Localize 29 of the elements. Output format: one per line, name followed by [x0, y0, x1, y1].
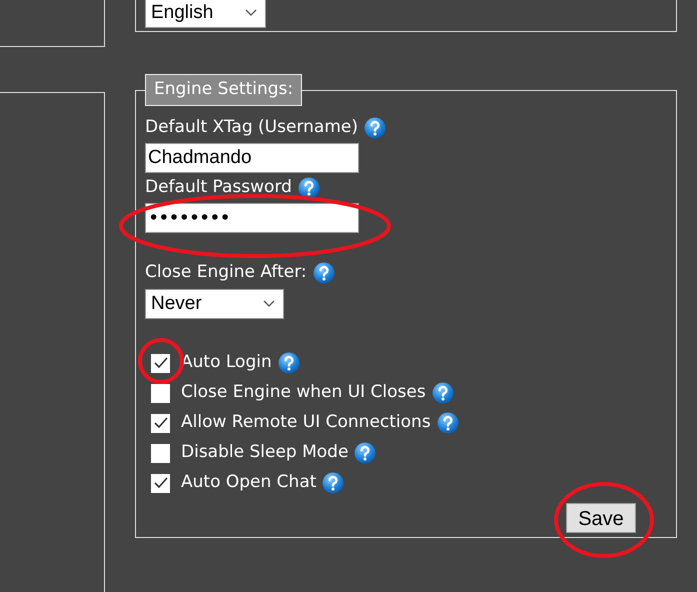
help-icon[interactable] — [364, 117, 386, 139]
annotation-ellipse — [138, 338, 184, 384]
help-icon[interactable] — [354, 442, 376, 464]
username-field[interactable]: Chadmando — [145, 143, 359, 173]
help-icon[interactable] — [312, 262, 335, 284]
close-after-select[interactable]: Never — [145, 289, 284, 319]
language-select[interactable]: English — [145, 0, 266, 28]
save-button[interactable]: Save — [566, 503, 636, 533]
option-label: Close Engine when UI Closes — [181, 381, 426, 404]
help-icon[interactable] — [298, 177, 320, 199]
chevron-down-icon — [263, 300, 275, 308]
help-icon[interactable] — [432, 382, 454, 404]
field-label: Close Engine After: — [145, 261, 307, 284]
option-label: Auto Open Chat — [181, 471, 316, 494]
help-icon[interactable] — [278, 352, 300, 374]
checkbox[interactable] — [151, 444, 170, 462]
field-label: Default Password — [145, 176, 292, 200]
checkbox[interactable] — [151, 384, 170, 402]
chevron-down-icon — [245, 9, 257, 17]
help-icon[interactable] — [322, 472, 344, 494]
field-label: Default XTag (Username) — [145, 116, 358, 140]
checkbox[interactable] — [151, 474, 170, 492]
help-icon[interactable] — [436, 412, 459, 434]
password-field[interactable]: •••••••• — [145, 203, 359, 233]
section-legend: Engine Settings: — [145, 74, 302, 106]
option-label: Allow Remote UI Connections — [181, 411, 431, 434]
option-label: Disable Sleep Mode — [181, 441, 348, 464]
checkbox[interactable] — [151, 414, 170, 432]
checkbox[interactable] — [151, 354, 170, 372]
